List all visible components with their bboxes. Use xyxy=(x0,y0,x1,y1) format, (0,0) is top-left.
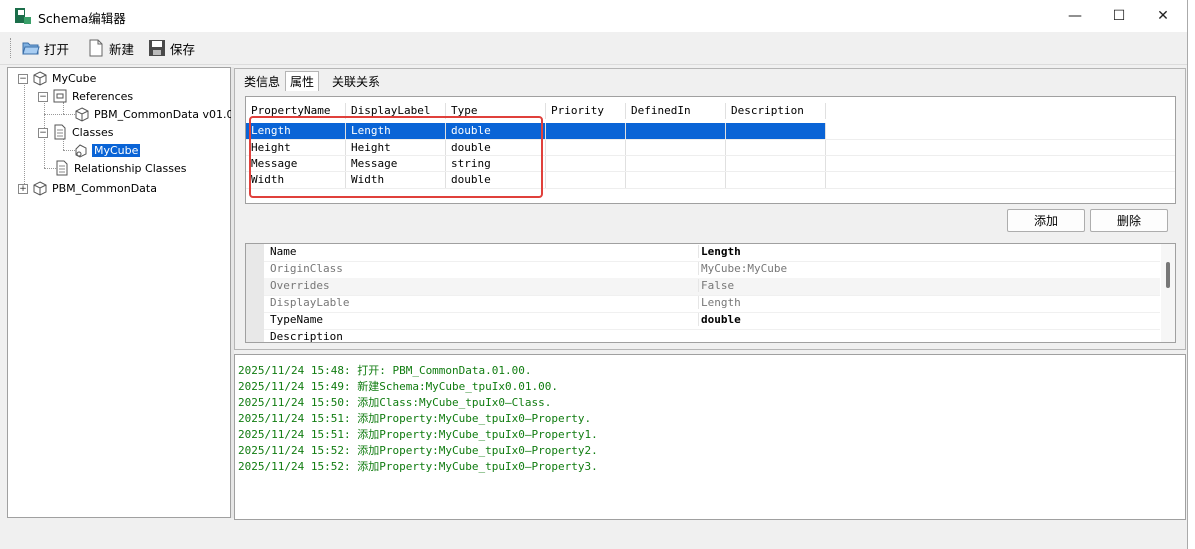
property-value: False xyxy=(698,279,734,292)
toolbar-grip[interactable] xyxy=(10,38,13,58)
cell-priority xyxy=(546,156,626,172)
log-line: 2025/11/24 15:52: 添加Property:MyCube_tpuI… xyxy=(238,444,598,457)
window-title: Schema编辑器 xyxy=(38,11,126,26)
tab-relations[interactable]: 关联关系 xyxy=(327,71,385,92)
property-table[interactable]: PropertyName DisplayLabel Type Priority … xyxy=(245,96,1176,204)
expand-toggle[interactable]: + xyxy=(18,184,28,194)
collapse-toggle[interactable]: − xyxy=(38,128,48,138)
open-button[interactable]: 打开 xyxy=(22,37,69,59)
status-bar xyxy=(0,521,1187,549)
column-header[interactable]: DefinedIn xyxy=(626,103,726,119)
delete-property-button[interactable]: 删除 xyxy=(1090,209,1168,232)
log-line: 2025/11/24 15:51: 添加Property:MyCube_tpuI… xyxy=(238,428,598,441)
scrollbar-thumb[interactable] xyxy=(1166,262,1170,288)
tree-node-classes[interactable]: − Classes xyxy=(38,124,115,140)
cell-description xyxy=(726,172,826,188)
cell-description xyxy=(726,156,826,172)
tab-class-info[interactable]: 类信息 xyxy=(239,71,285,92)
toolbar: 打开 新建 保存 xyxy=(0,32,1187,65)
tree-node-ref-item[interactable]: PBM_CommonData v01.00 xyxy=(74,106,242,122)
maximize-button[interactable]: ☐ xyxy=(1097,0,1141,32)
log-line: 2025/11/24 15:52: 添加Property:MyCube_tpuI… xyxy=(238,460,598,473)
property-grid-row[interactable]: OriginClass MyCube:MyCube xyxy=(264,261,1160,279)
annotation-highlight-box xyxy=(249,116,543,198)
new-label: 新建 xyxy=(109,41,135,57)
log-line: 2025/11/24 15:50: 添加Class:MyCube_tpuIx0—… xyxy=(238,396,552,409)
property-value: Length xyxy=(698,245,741,258)
property-grid-row[interactable]: DisplayLable Length xyxy=(264,295,1160,313)
tree-label: Relationship Classes xyxy=(74,161,187,175)
title-bar: Schema编辑器 — ☐ ✕ xyxy=(0,0,1187,32)
tree-node-pbm-commondata[interactable]: + PBM_CommonData xyxy=(18,180,159,196)
property-key: DisplayLable xyxy=(270,296,350,309)
log-line: 2025/11/24 15:48: 打开: PBM_CommonData.01.… xyxy=(238,364,532,377)
tree-label: MyCube xyxy=(92,143,141,157)
cell-priority xyxy=(546,172,626,188)
tab-strip: 类信息 属性 关联关系 xyxy=(239,71,385,91)
property-key: TypeName xyxy=(270,313,323,326)
tree-label: PBM_CommonData v01.00 xyxy=(94,107,241,121)
property-grid-row[interactable]: Description xyxy=(264,329,1160,343)
cell-priority xyxy=(546,123,626,139)
tree-node-relationship-classes[interactable]: Relationship Classes xyxy=(54,160,188,176)
log-line: 2025/11/24 15:51: 添加Property:MyCube_tpuI… xyxy=(238,412,592,425)
property-grid-gutter xyxy=(246,244,264,342)
cell-defined-in xyxy=(626,156,726,172)
property-grid-scrollbar[interactable] xyxy=(1161,244,1175,342)
open-label: 打开 xyxy=(44,41,70,57)
cube-icon xyxy=(75,107,89,122)
tree-label: MyCube xyxy=(52,71,97,85)
log-panel[interactable]: 2025/11/24 15:48: 打开: PBM_CommonData.01.… xyxy=(234,354,1186,520)
column-header[interactable]: Description xyxy=(726,103,826,119)
tree-label: References xyxy=(72,89,134,103)
save-button[interactable]: 保存 xyxy=(148,37,195,59)
cell-description xyxy=(726,123,826,139)
save-icon xyxy=(149,40,165,56)
property-grid-row[interactable]: TypeName double xyxy=(264,312,1160,330)
document-icon xyxy=(54,124,66,140)
property-grid-row[interactable]: Name Length xyxy=(264,244,1160,262)
cell-priority xyxy=(546,140,626,156)
cube-icon xyxy=(33,71,47,86)
minimize-button[interactable]: — xyxy=(1053,0,1097,32)
schema-editor-window: Schema编辑器 — ☐ ✕ 打开 新建 保存 − MyCube − Refe… xyxy=(0,0,1188,549)
property-tab-area: 类信息 属性 关联关系 PropertyName DisplayLabel Ty… xyxy=(234,68,1186,350)
cell-defined-in xyxy=(626,172,726,188)
new-button[interactable]: 新建 xyxy=(87,37,134,59)
collapse-toggle[interactable]: − xyxy=(38,92,48,102)
app-logo-icon xyxy=(15,8,31,24)
tree-node-class-mycube[interactable]: MyCube xyxy=(74,142,141,158)
cell-defined-in xyxy=(626,140,726,156)
property-grid-row[interactable]: Overrides False xyxy=(264,278,1160,296)
property-key: Overrides xyxy=(270,279,330,292)
save-label: 保存 xyxy=(170,41,196,57)
cell-description xyxy=(726,140,826,156)
references-icon xyxy=(53,89,67,103)
add-property-button[interactable]: 添加 xyxy=(1007,209,1085,232)
tree-node-mycube[interactable]: − MyCube xyxy=(18,70,98,86)
property-key: Name xyxy=(270,245,297,258)
tree-label: Classes xyxy=(72,125,114,139)
close-button[interactable]: ✕ xyxy=(1141,0,1185,32)
document-icon xyxy=(56,160,68,176)
cube-icon xyxy=(33,181,47,196)
log-line: 2025/11/24 15:49: 新建Schema:MyCube_tpuIx0… xyxy=(238,380,559,393)
tree-node-references[interactable]: − References xyxy=(38,88,135,104)
property-value: Length xyxy=(698,296,741,309)
tab-properties[interactable]: 属性 xyxy=(285,71,320,91)
property-value: MyCube:MyCube xyxy=(698,262,787,275)
schema-tree[interactable]: − MyCube − References PBM_CommonData v01… xyxy=(7,67,240,518)
property-grid[interactable]: Name Length OriginClass MyCube:MyCube Ov… xyxy=(245,243,1176,343)
tree-label: PBM_CommonData xyxy=(52,181,157,195)
column-header[interactable]: Priority xyxy=(546,103,626,119)
folder-open-icon xyxy=(22,42,40,55)
property-value: double xyxy=(698,313,741,326)
class-icon xyxy=(75,144,87,158)
cell-defined-in xyxy=(626,123,726,139)
collapse-toggle[interactable]: − xyxy=(18,74,28,84)
new-file-icon xyxy=(89,39,103,57)
property-key: Description xyxy=(270,330,343,343)
background-edge xyxy=(1188,0,1195,549)
property-key: OriginClass xyxy=(270,262,343,275)
